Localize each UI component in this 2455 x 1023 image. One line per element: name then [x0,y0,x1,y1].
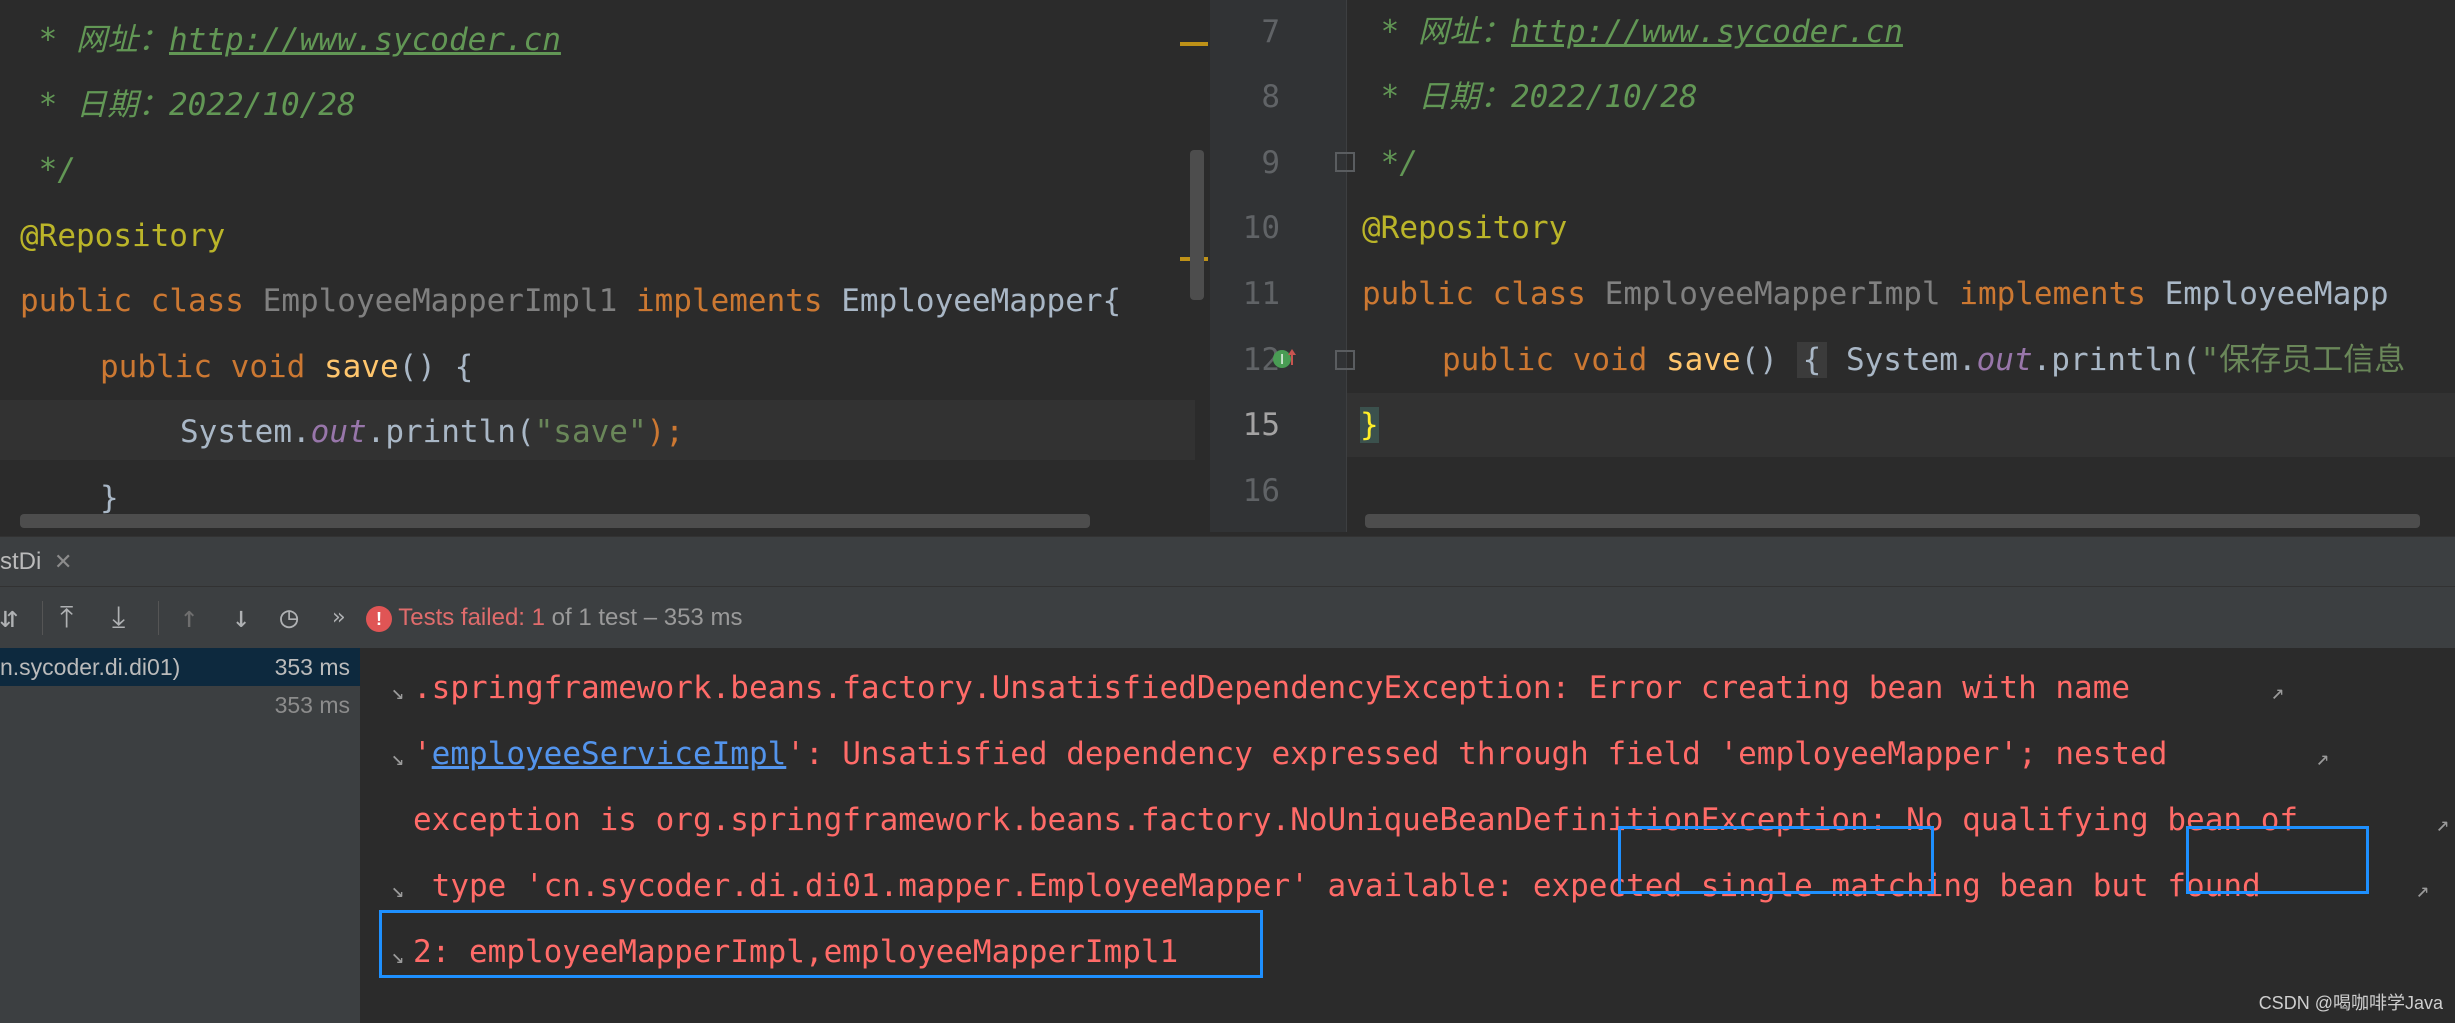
line-number: 10 [1242,210,1280,246]
code-line-println: System.out.println("save"); [180,414,684,450]
arrow-up-icon[interactable]: ↑ [180,587,198,649]
tree-item-time: 353 ms [274,654,350,680]
console-output[interactable]: ↘ .springframework.beans.factory.Unsatis… [361,648,2455,1023]
editor-right[interactable]: 7 8 9 10 11 12 15 16 I * 网址：http://www.s… [1210,0,2455,532]
horizontal-scrollbar[interactable] [20,514,1090,528]
more-icon[interactable]: » [332,587,345,649]
tab-label: stDi [0,548,42,575]
code-line-comment-end: */ [20,152,76,188]
svg-text:I: I [1280,353,1284,368]
watermark: CSDN @喝咖啡学Java [2258,993,2443,1013]
wrap-icon: ↗ [2271,680,2285,705]
wrap-icon: ↗ [2316,746,2330,771]
collapse-all-icon[interactable]: ⤓ [112,587,125,649]
line-number: 11 [1242,276,1280,312]
tree-item-time: 353 ms [274,692,350,718]
toolbar-divider [158,601,159,635]
url-link[interactable]: http://www.sycoder.cn [1511,14,1903,50]
wrap-icon: ↘ [391,746,405,771]
code-line-date: * 日期：2022/10/28 [20,87,356,123]
console-line: 'employeeServiceImpl': Unsatisfied depen… [413,736,2168,772]
arrow-down-icon[interactable]: ↓ [232,587,250,649]
tab-run-config[interactable]: stDi ✕ [0,537,81,590]
test-tree: n.sycoder.di.di01) 353 ms 353 ms [0,648,361,1023]
tool-window-tabbar: stDi ✕ [0,536,2455,590]
url-link[interactable]: http://www.sycoder.cn [169,22,561,58]
tree-item[interactable]: n.sycoder.di.di01) 353 ms [0,648,360,686]
line-number: 7 [1261,14,1280,50]
failed-label: Tests failed: [398,604,525,631]
error-icon: ! [366,605,392,632]
expand-all-icon[interactable]: ⤒ [60,587,73,649]
tree-item-label: n.sycoder.di.di01) [0,654,181,680]
status-detail: of 1 test – 353 ms [551,604,743,631]
current-line-highlight [1347,393,2455,457]
tree-item[interactable]: 353 ms [0,686,360,724]
console-line: type 'cn.sycoder.di.di01.mapper.Employee… [413,868,2261,904]
wrap-icon: ↗ [2436,812,2450,837]
wrap-icon: ↘ [391,878,405,903]
test-status: ! Tests failed: 1 of 1 test – 353 ms [366,587,742,649]
error-stripe-mark [1180,42,1208,46]
implements-gutter-icon[interactable]: I [1272,345,1298,371]
code-line-annotation: @Repository [20,218,226,254]
close-icon[interactable]: ✕ [54,549,72,574]
fold-toggle-icon[interactable] [1335,152,1355,172]
wrap-icon: ↗ [2416,878,2430,903]
wrap-icon: ↘ [391,680,405,705]
folded-block[interactable]: { [1796,342,1828,378]
code-line-class-decl: public class EmployeeMapperImpl1 impleme… [20,283,1122,319]
console-line: exception is org.springframework.beans.f… [413,802,2299,838]
history-icon[interactable]: ◷ [280,587,298,649]
code-line-annotation: @Repository [1362,210,1568,246]
failed-count: 1 [531,604,545,631]
code-line-url: * 网址：http://www.sycoder.cn [20,22,561,58]
code-line-close-brace: } [1360,407,1379,443]
vertical-scrollbar[interactable] [1190,150,1204,300]
test-toolbar: ⇵ ⤒ ⤓ ↑ ↓ ◷ » ! Tests failed: 1 of 1 tes… [0,586,2455,650]
fold-toggle-icon[interactable] [1335,350,1355,370]
fold-marker [0,146,6,152]
code-line-method-decl: public void save() { System.out.println(… [1442,342,2406,378]
console-line: .springframework.beans.factory.Unsatisfi… [413,670,2131,706]
highlight-box [1618,826,1934,894]
horizontal-scrollbar[interactable] [1365,514,2420,528]
highlight-box [2186,826,2369,894]
code-line-method-decl: public void save() { [100,349,474,385]
toolbar-divider [42,601,43,635]
code-line-date: * 日期：2022/10/28 [1362,79,1698,115]
sort-icon[interactable]: ⇵ [0,587,18,649]
code-line-url: * 网址：http://www.sycoder.cn [1362,14,1903,50]
line-number: 12 [1242,342,1280,378]
line-number-gutter: 7 8 9 10 11 12 15 16 I [1210,0,1355,532]
line-number: 15 [1242,407,1280,443]
line-number: 9 [1261,145,1280,181]
line-number: 16 [1242,473,1280,509]
highlight-box [379,910,1263,978]
line-number: 8 [1261,79,1280,115]
class-link[interactable]: employeeServiceImpl [432,736,787,772]
code-line-class-decl: public class EmployeeMapperImpl implemen… [1362,276,2389,312]
code-line-comment-end: */ [1362,145,1418,181]
editor-left[interactable]: * 网址：http://www.sycoder.cn * 日期：2022/10/… [0,0,1210,532]
